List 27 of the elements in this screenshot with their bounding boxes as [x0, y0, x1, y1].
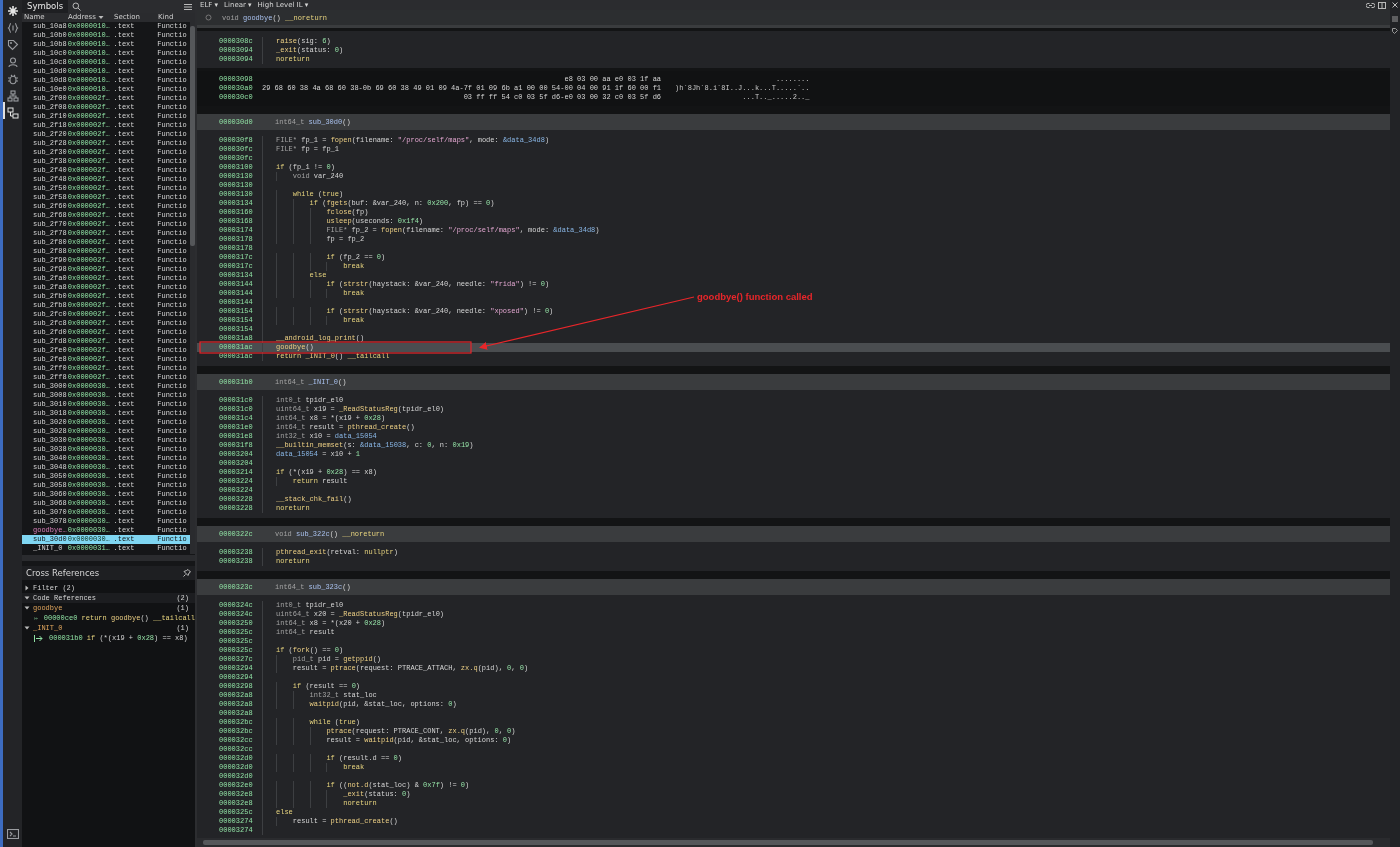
- search-icon[interactable]: [72, 2, 82, 11]
- terminal-icon[interactable]: [6, 829, 19, 839]
- close-icon[interactable]: [1392, 2, 1398, 8]
- scrollbar[interactable]: [190, 22, 195, 554]
- menu-icon[interactable]: [184, 2, 192, 11]
- scrollbar[interactable]: [22, 555, 195, 561]
- collapse-icon[interactable]: [24, 595, 30, 601]
- braces-icon[interactable]: [6, 22, 19, 34]
- graph-icon[interactable]: [6, 107, 19, 119]
- split-icon[interactable]: [1378, 1, 1386, 9]
- tag-icon[interactable]: [1392, 28, 1398, 34]
- expand-icon[interactable]: [24, 585, 30, 591]
- collapse-icon[interactable]: [24, 625, 30, 631]
- sort-icon[interactable]: [98, 15, 104, 20]
- logo-icon[interactable]: [6, 5, 19, 17]
- link-icon[interactable]: [1366, 1, 1375, 9]
- collapse-icon[interactable]: [24, 605, 30, 611]
- bug-icon[interactable]: [6, 73, 19, 85]
- tag-icon[interactable]: [6, 39, 19, 51]
- jump-arrow-icon[interactable]: [34, 634, 43, 642]
- hierarchy-icon[interactable]: [6, 90, 19, 102]
- person-icon[interactable]: [6, 56, 19, 68]
- panel-title: Cross References: [25, 567, 100, 580]
- scrollbar[interactable]: [197, 838, 1390, 847]
- annotation-label: goodbye() function called: [697, 290, 813, 304]
- pin-icon[interactable]: [183, 569, 191, 577]
- panel-tab[interactable]: Symbols: [22, 0, 69, 13]
